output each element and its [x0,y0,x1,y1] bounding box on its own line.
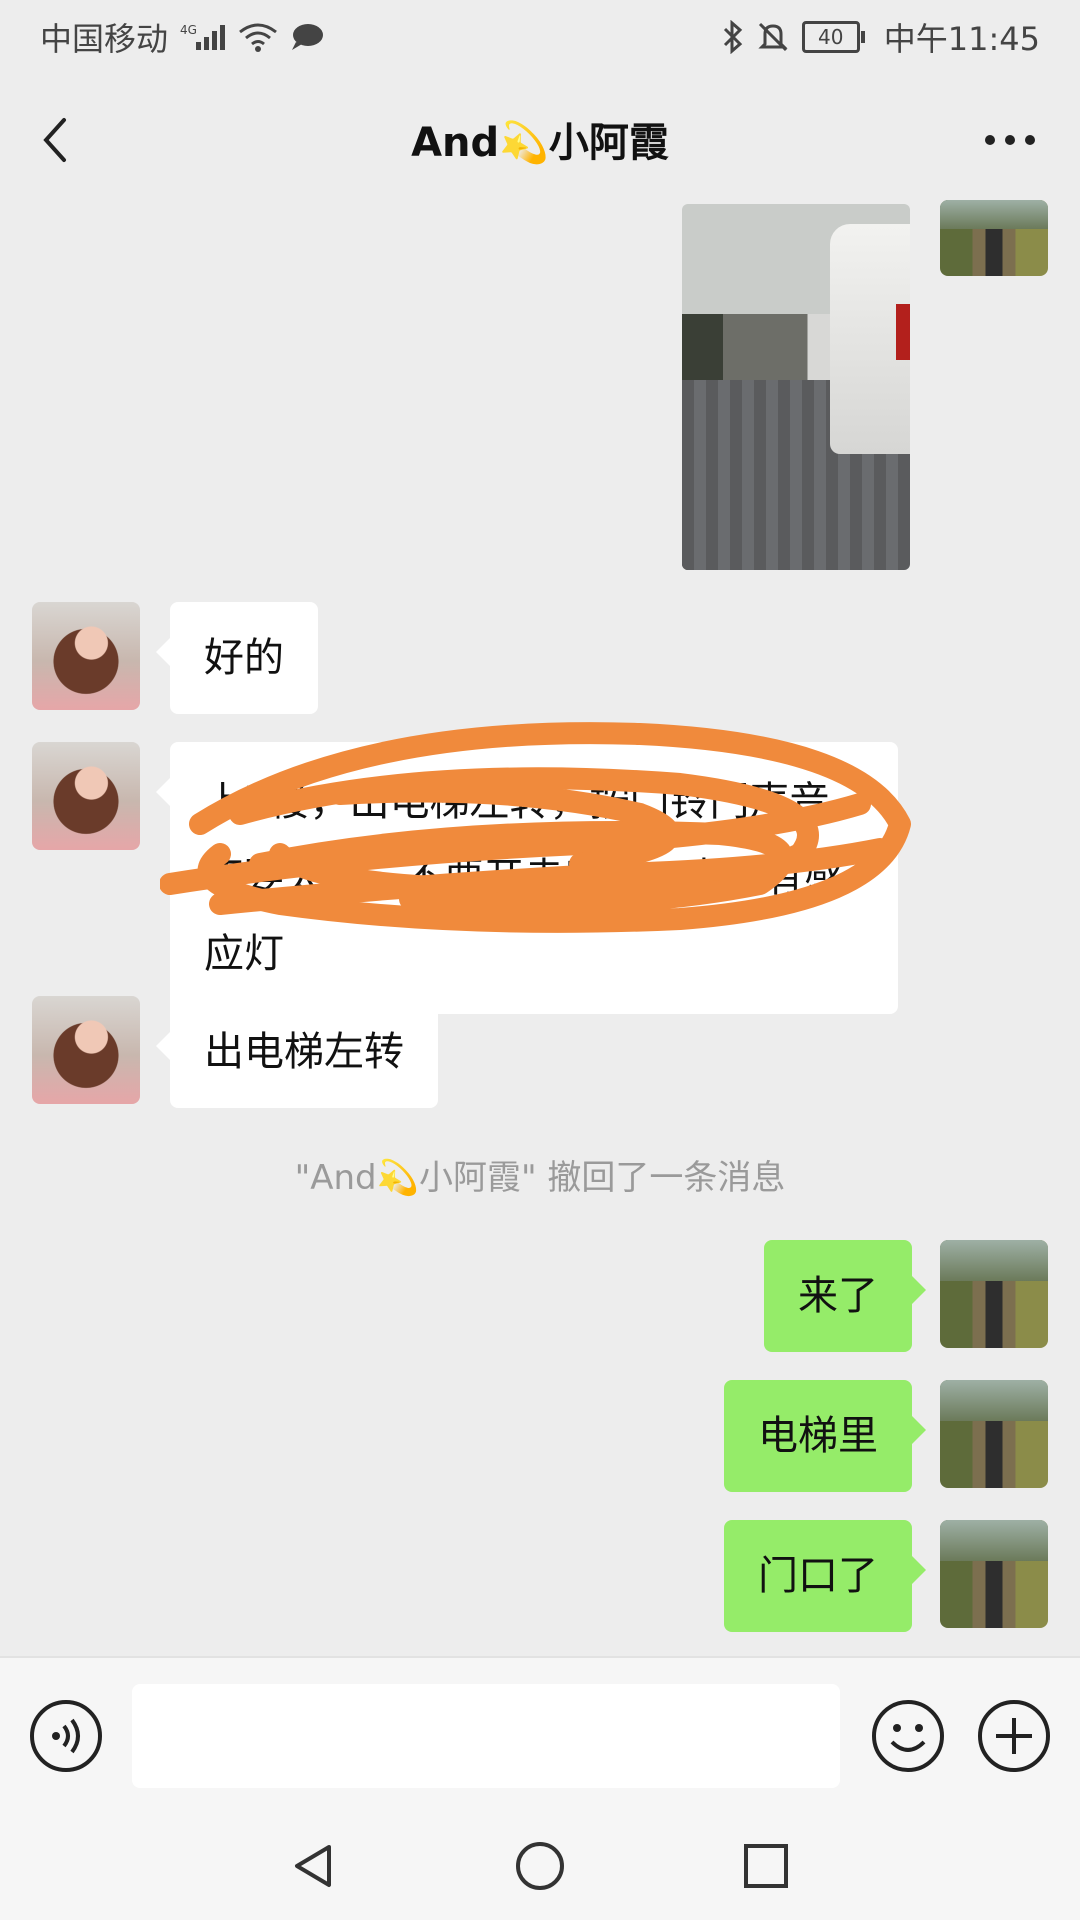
voice-icon [30,1700,102,1772]
wifi-icon [238,22,278,52]
carrier-name: 中国移动 [40,20,169,58]
emoji-button[interactable] [870,1698,946,1774]
chevron-left-icon [43,118,66,162]
chat-header: And💫小阿霞 [0,74,1080,204]
message-bubble-right[interactable]: 门口了 [724,1520,926,1632]
nav-home-button[interactable] [512,1838,568,1894]
emoji-icon [872,1700,944,1772]
avatar-self[interactable] [940,1240,1048,1348]
more-dots-icon [985,135,1035,145]
chat-bubble-icon [290,22,324,52]
signal-icon: 4G [180,22,226,52]
more-actions-button[interactable] [976,1698,1052,1774]
message-text: 门口了 [758,1553,878,1599]
avatar-self[interactable] [940,1520,1048,1628]
chat-title: And💫小阿霞 [411,120,669,166]
more-options-button[interactable] [980,126,1040,154]
avatar-contact[interactable] [32,602,140,710]
avatar-self[interactable] [940,1380,1048,1488]
nav-back-icon [295,1845,331,1887]
photo-tail-light [896,304,910,360]
status-right: 40 中午11:45 [722,14,1040,60]
nav-recents-icon [744,1844,788,1888]
nav-back-button[interactable] [286,1838,342,1894]
bluetooth-icon [722,20,744,54]
scribble-overlay [160,722,911,933]
mute-bell-icon [756,20,790,54]
status-bar: 中国移动 4G 40 中午11:45 [0,0,1080,74]
nav-home-icon [516,1842,564,1890]
system-recall-message: "And💫小阿霞" 撤回了一条消息 [294,1158,786,1198]
message-bubble-right[interactable]: 电梯里 [724,1380,926,1492]
back-button[interactable] [34,112,84,168]
plus-icon [978,1700,1050,1772]
message-bubble-left[interactable]: 好的 [156,602,318,714]
message-text: 电梯里 [758,1413,878,1459]
message-text: 出电梯左转 [204,1029,404,1075]
voice-button[interactable] [28,1698,104,1774]
message-bubble-left[interactable]: 出电梯左转 [156,996,438,1108]
avatar-contact[interactable] [32,996,140,1104]
image-message[interactable] [682,204,910,570]
message-text: 好的 [204,635,284,681]
avatar-contact[interactable] [32,742,140,850]
avatar-self[interactable] [940,200,1048,276]
system-nav-bar [0,1812,1080,1920]
clock: 中午11:45 [883,20,1040,58]
nav-recents-button[interactable] [738,1838,794,1894]
input-bar [0,1656,1080,1814]
message-bubble-right[interactable]: 来了 [764,1240,926,1352]
message-list[interactable]: 好的 上7楼，出电梯左转，按门铃门声音不要太大，不要开走廊灯，走廊有感应灯 出电… [0,200,1080,1656]
message-input[interactable] [132,1684,840,1788]
battery-icon: 40 [801,21,865,53]
status-left: 中国移动 4G [40,14,324,60]
message-text: 来了 [798,1273,878,1319]
svg-text:4G: 4G [180,23,197,37]
